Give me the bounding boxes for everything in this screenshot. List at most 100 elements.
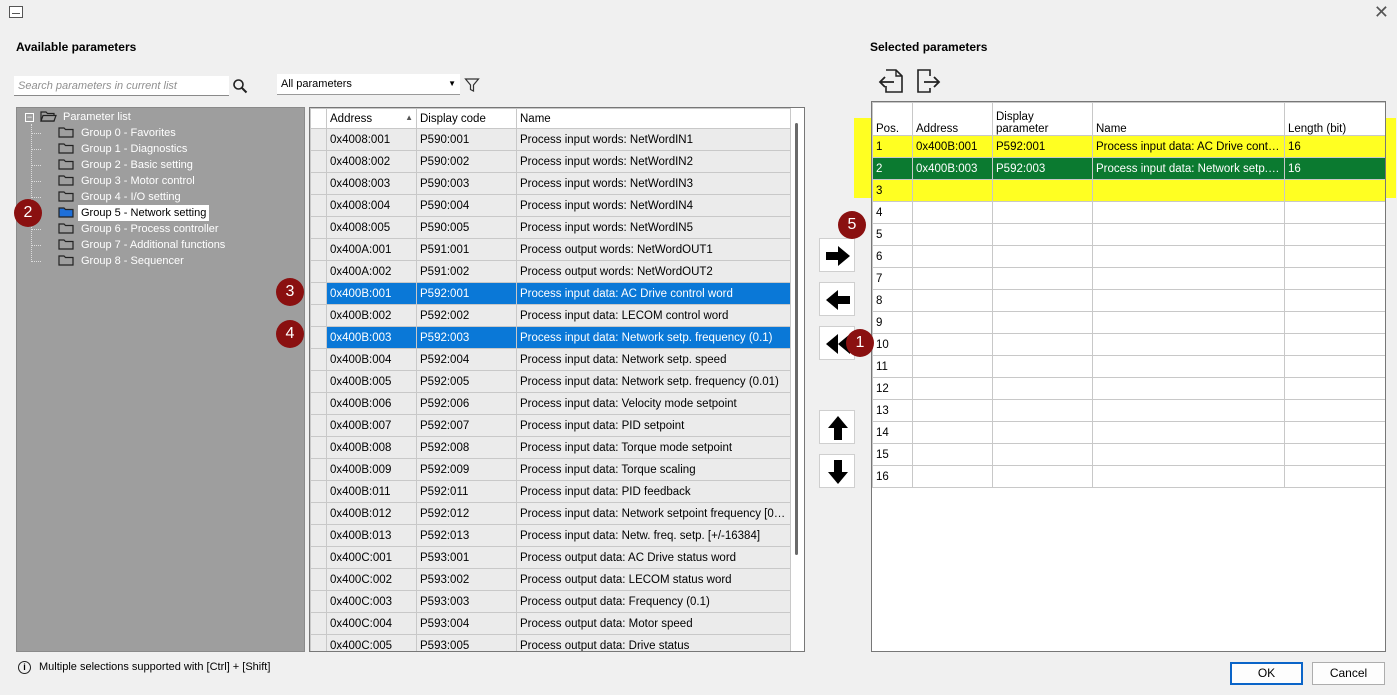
row-gutter [310, 590, 327, 613]
folder-icon [58, 191, 74, 202]
table-row[interactable]: 0x400C:001 P593:001 Process output data: A… [310, 546, 791, 569]
table-row[interactable]: 7 [872, 267, 1385, 290]
table-row[interactable]: 15 [872, 443, 1385, 466]
selected-parameters-table[interactable]: Pos. Address Display parameter Name Leng… [871, 101, 1386, 652]
table-row[interactable]: 4 [872, 201, 1385, 224]
filter-select[interactable]: All parameters ▼ [277, 74, 460, 95]
tree-root[interactable]: Parameter list [40, 109, 134, 125]
table-row[interactable]: 0x400B:008 P592:008 Process input data: To… [310, 436, 791, 459]
table-row[interactable]: 0x400B:003 P592:003 Process input data: Ne… [310, 326, 791, 349]
table-row[interactable]: 0x400C:003 P593:003 Process output data: F… [310, 590, 791, 613]
table-row[interactable]: 0x4008:002 P590:002 Process input words: N… [310, 150, 791, 173]
table-row[interactable]: 11 [872, 355, 1385, 378]
column-header-name[interactable]: Name [516, 108, 791, 129]
table-cell: 14 [872, 421, 913, 444]
column-header-display-code[interactable]: Display code [416, 108, 517, 129]
tree-item-group-0[interactable]: Group 0 - Favorites [58, 125, 179, 141]
table-cell: 0x400B:012 [326, 502, 417, 525]
table-row[interactable]: 2 0x400B:003 P592:003 Process input data: N… [872, 157, 1385, 180]
table-cell [1284, 421, 1385, 444]
table-cell: Process input data: Network setpoint fre… [516, 502, 791, 525]
add-selected-button[interactable] [819, 238, 855, 272]
import-icon[interactable] [877, 67, 905, 95]
column-header-length[interactable]: Length (bit) [1284, 102, 1385, 136]
search-icon[interactable] [232, 78, 248, 94]
table-row[interactable]: 0x400C:005 P593:005 Process output data: D… [310, 634, 791, 651]
table-row[interactable]: 0x400C:004 P593:004 Process output data: M… [310, 612, 791, 635]
table-cell: Process input data: PID feedback [516, 480, 791, 503]
table-row[interactable]: 0x4008:001 P590:001 Process input words: N… [310, 128, 791, 151]
tree-item-group-1[interactable]: Group 1 - Diagnostics [58, 141, 190, 157]
table-row[interactable]: 3 [872, 179, 1385, 202]
tree-item-group-2[interactable]: Group 2 - Basic setting [58, 157, 196, 173]
table-cell [912, 333, 993, 356]
move-down-button[interactable] [819, 454, 855, 488]
available-parameters-table[interactable]: Address ▲ Display code Name 0x4008:001 P59… [309, 107, 805, 652]
row-gutter [310, 612, 327, 635]
table-row[interactable]: 16 [872, 465, 1385, 488]
tree-item-group-8[interactable]: Group 8 - Sequencer [58, 253, 187, 269]
row-gutter [310, 524, 327, 547]
table-row[interactable]: 13 [872, 399, 1385, 422]
table-cell: 10 [872, 333, 913, 356]
table-cell [912, 267, 993, 290]
tree-item-group-7[interactable]: Group 7 - Additional functions [58, 237, 228, 253]
table-row[interactable]: 0x400B:011 P592:011 Process input data: PI… [310, 480, 791, 503]
vertical-scrollbar[interactable] [795, 123, 798, 555]
table-row[interactable]: 0x400B:002 P592:002 Process input data: LE… [310, 304, 791, 327]
table-row[interactable]: 0x4008:003 P590:003 Process input words: N… [310, 172, 791, 195]
move-up-button[interactable] [819, 410, 855, 444]
table-row[interactable]: 9 [872, 311, 1385, 334]
tree-item-group-3[interactable]: Group 3 - Motor control [58, 173, 198, 189]
table-row[interactable]: 0x400B:007 P592:007 Process input data: PI… [310, 414, 791, 437]
table-cell: P591:001 [416, 238, 517, 261]
row-gutter [310, 172, 327, 195]
table-row[interactable]: 0x400B:012 P592:012 Process input data: Ne… [310, 502, 791, 525]
table-cell: 0x400B:009 [326, 458, 417, 481]
table-cell [1284, 399, 1385, 422]
column-header-address[interactable]: Address ▲ [326, 108, 417, 129]
tree-item-label: Group 6 - Process controller [81, 223, 219, 235]
table-cell [912, 443, 993, 466]
table-cell: 7 [872, 267, 913, 290]
table-row[interactable]: 0x4008:005 P590:005 Process input words: N… [310, 216, 791, 239]
table-row[interactable]: 8 [872, 289, 1385, 312]
arrow-down-icon [828, 460, 848, 484]
row-gutter [310, 304, 327, 327]
table-row[interactable]: 0x400B:001 P592:001 Process input data: AC… [310, 282, 791, 305]
table-row[interactable]: 12 [872, 377, 1385, 400]
table-row[interactable]: 14 [872, 421, 1385, 444]
table-row[interactable]: 1 0x400B:001 P592:001 Process input data: A… [872, 135, 1385, 158]
filter-icon[interactable] [464, 77, 480, 93]
table-row[interactable]: 0x400B:009 P592:009 Process input data: To… [310, 458, 791, 481]
table-row[interactable]: 0x4008:004 P590:004 Process input words: N… [310, 194, 791, 217]
table-row[interactable]: 0x400B:004 P592:004 Process input data: Ne… [310, 348, 791, 371]
column-header-name[interactable]: Name [1092, 102, 1285, 136]
cancel-button[interactable]: Cancel [1312, 662, 1385, 685]
export-icon[interactable] [913, 67, 941, 95]
table-cell: P593:003 [416, 590, 517, 613]
table-row[interactable]: 0x400B:013 P592:013 Process input data: Ne… [310, 524, 791, 547]
collapse-icon[interactable]: − [25, 113, 34, 122]
table-cell [1284, 267, 1385, 290]
close-icon[interactable]: ✕ [1374, 2, 1389, 23]
table-row[interactable]: 10 [872, 333, 1385, 356]
table-cell: 0x400A:002 [326, 260, 417, 283]
tree-item-group-5[interactable]: Group 5 - Network setting [58, 205, 210, 221]
table-row[interactable]: 0x400A:002 P591:002 Process output words: … [310, 260, 791, 283]
table-row[interactable]: 0x400B:006 P592:006 Process input data: Ve… [310, 392, 791, 415]
column-header-display-parameter[interactable]: Display parameter [992, 102, 1093, 136]
column-header-pos[interactable]: Pos. [872, 102, 913, 136]
table-row[interactable]: 6 [872, 245, 1385, 268]
search-input[interactable] [14, 76, 229, 96]
folder-icon [58, 175, 74, 186]
tree-item-group-6[interactable]: Group 6 - Process controller [58, 221, 222, 237]
remove-selected-button[interactable] [819, 282, 855, 316]
table-row[interactable]: 5 [872, 223, 1385, 246]
ok-button[interactable]: OK [1230, 662, 1303, 685]
column-header-address[interactable]: Address [912, 102, 993, 136]
tree-item-group-4[interactable]: Group 4 - I/O setting [58, 189, 184, 205]
table-row[interactable]: 0x400C:002 P593:002 Process output data: L… [310, 568, 791, 591]
table-row[interactable]: 0x400B:005 P592:005 Process input data: Ne… [310, 370, 791, 393]
table-row[interactable]: 0x400A:001 P591:001 Process output words: … [310, 238, 791, 261]
